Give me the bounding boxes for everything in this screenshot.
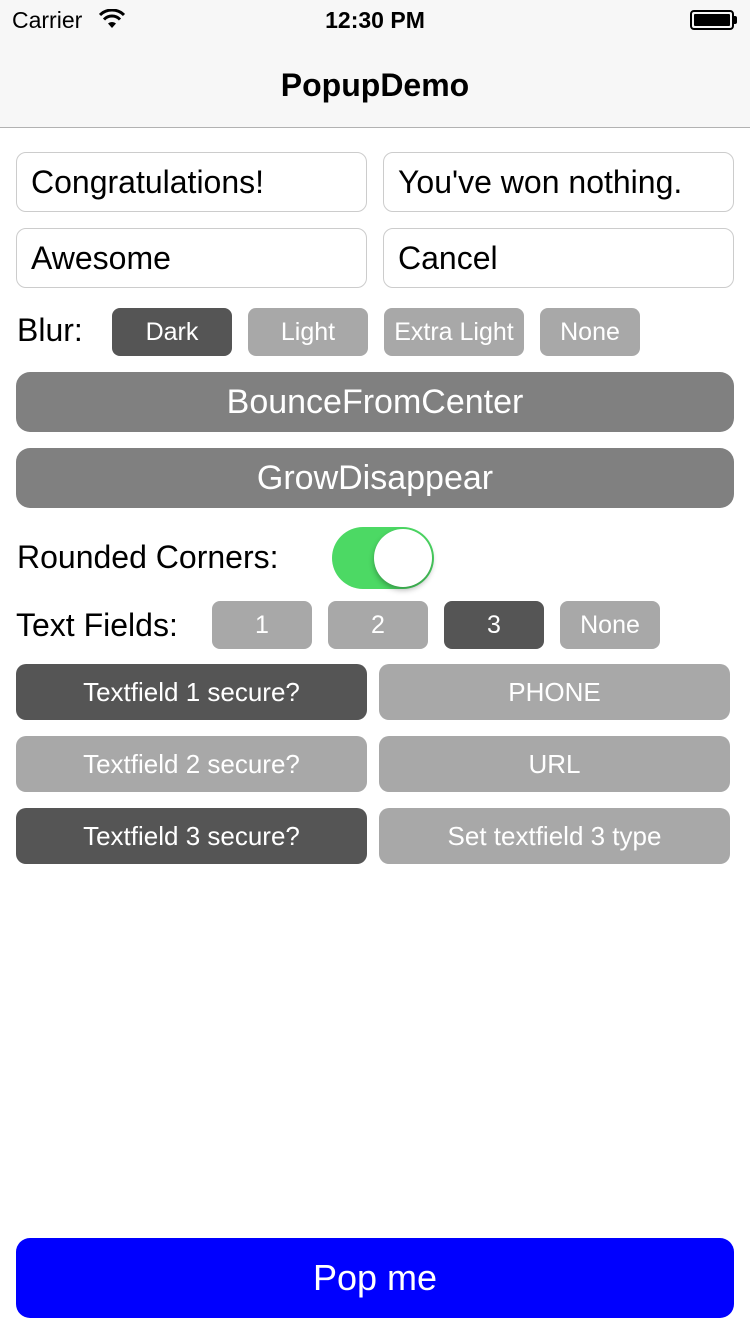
textfield-3-type-button[interactable]: Set textfield 3 type	[379, 808, 730, 864]
blur-extra-light-button[interactable]: Extra Light	[384, 308, 524, 356]
textfield-2-secure-button[interactable]: Textfield 2 secure?	[16, 736, 367, 792]
pop-me-button[interactable]: Pop me	[16, 1238, 734, 1318]
blur-label: Blur:	[17, 312, 83, 348]
rounded-corners-label: Rounded Corners:	[17, 539, 279, 575]
battery-icon	[690, 10, 738, 30]
textfield-1-secure-button[interactable]: Textfield 1 secure?	[16, 664, 367, 720]
cancel-title-field[interactable]	[383, 228, 734, 288]
title-field[interactable]	[16, 152, 367, 212]
text-fields-label: Text Fields:	[16, 607, 178, 643]
success-title-field[interactable]	[16, 228, 367, 288]
page-title: PopupDemo	[280, 67, 470, 103]
textfield-2-type-button[interactable]: URL	[379, 736, 730, 792]
toggle-knob	[374, 529, 432, 587]
text-fields-3-button[interactable]: 3	[444, 601, 544, 649]
incoming-animation-button[interactable]: BounceFromCenter	[16, 372, 734, 432]
blur-light-button[interactable]: Light	[248, 308, 368, 356]
outgoing-animation-button[interactable]: GrowDisappear	[16, 448, 734, 508]
text-fields-2-button[interactable]: 2	[328, 601, 428, 649]
blur-none-button[interactable]: None	[540, 308, 640, 356]
text-fields-none-button[interactable]: None	[560, 601, 660, 649]
status-bar: Carrier 12:30 PM	[0, 0, 750, 40]
navigation-bar: PopupDemo	[0, 40, 750, 128]
subtitle-field[interactable]	[383, 152, 734, 212]
blur-dark-button[interactable]: Dark	[112, 308, 232, 356]
textfield-1-type-button[interactable]: PHONE	[379, 664, 730, 720]
rounded-corners-toggle[interactable]	[332, 527, 434, 589]
text-fields-1-button[interactable]: 1	[212, 601, 312, 649]
textfield-3-secure-button[interactable]: Textfield 3 secure?	[16, 808, 367, 864]
clock: 12:30 PM	[325, 7, 425, 33]
